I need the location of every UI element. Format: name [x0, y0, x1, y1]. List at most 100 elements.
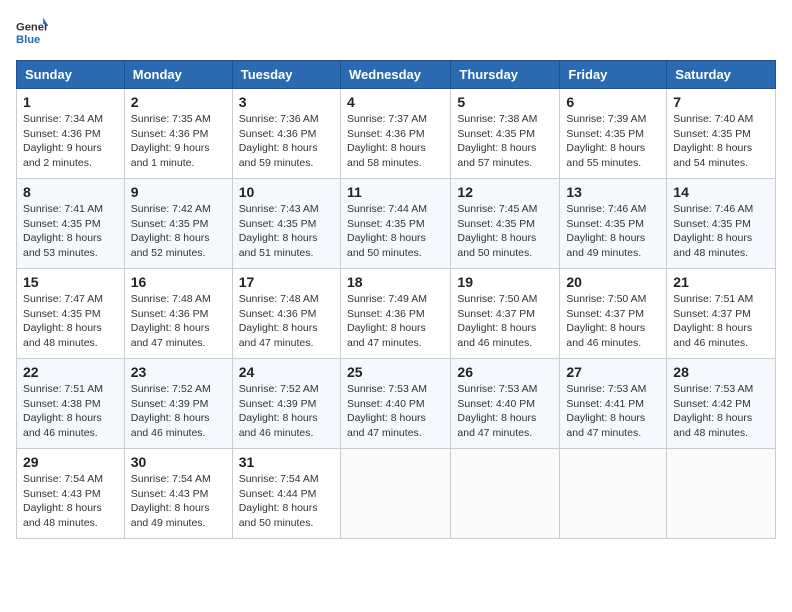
weekday-header-friday: Friday — [560, 61, 667, 89]
day-number: 18 — [347, 274, 444, 290]
calendar-table: SundayMondayTuesdayWednesdayThursdayFrid… — [16, 60, 776, 539]
day-number: 1 — [23, 94, 118, 110]
calendar-cell: 13 Sunrise: 7:46 AM Sunset: 4:35 PM Dayl… — [560, 179, 667, 269]
day-info: Sunrise: 7:44 AM Sunset: 4:35 PM Dayligh… — [347, 202, 444, 261]
day-number: 5 — [457, 94, 553, 110]
day-info: Sunrise: 7:52 AM Sunset: 4:39 PM Dayligh… — [131, 382, 226, 441]
calendar-cell: 23 Sunrise: 7:52 AM Sunset: 4:39 PM Dayl… — [124, 359, 232, 449]
day-info: Sunrise: 7:35 AM Sunset: 4:36 PM Dayligh… — [131, 112, 226, 171]
week-row-3: 15 Sunrise: 7:47 AM Sunset: 4:35 PM Dayl… — [17, 269, 776, 359]
calendar-cell: 31 Sunrise: 7:54 AM Sunset: 4:44 PM Dayl… — [232, 449, 340, 539]
calendar-cell: 16 Sunrise: 7:48 AM Sunset: 4:36 PM Dayl… — [124, 269, 232, 359]
day-info: Sunrise: 7:51 AM Sunset: 4:38 PM Dayligh… — [23, 382, 118, 441]
calendar-cell: 3 Sunrise: 7:36 AM Sunset: 4:36 PM Dayli… — [232, 89, 340, 179]
day-info: Sunrise: 7:48 AM Sunset: 4:36 PM Dayligh… — [239, 292, 334, 351]
logo: General Blue — [16, 16, 52, 48]
day-number: 10 — [239, 184, 334, 200]
day-number: 3 — [239, 94, 334, 110]
day-info: Sunrise: 7:51 AM Sunset: 4:37 PM Dayligh… — [673, 292, 769, 351]
day-number: 13 — [566, 184, 660, 200]
week-row-5: 29 Sunrise: 7:54 AM Sunset: 4:43 PM Dayl… — [17, 449, 776, 539]
day-number: 27 — [566, 364, 660, 380]
calendar-cell: 17 Sunrise: 7:48 AM Sunset: 4:36 PM Dayl… — [232, 269, 340, 359]
day-number: 17 — [239, 274, 334, 290]
day-number: 6 — [566, 94, 660, 110]
day-number: 25 — [347, 364, 444, 380]
day-number: 2 — [131, 94, 226, 110]
day-info: Sunrise: 7:43 AM Sunset: 4:35 PM Dayligh… — [239, 202, 334, 261]
day-info: Sunrise: 7:49 AM Sunset: 4:36 PM Dayligh… — [347, 292, 444, 351]
weekday-header-sunday: Sunday — [17, 61, 125, 89]
weekday-header-tuesday: Tuesday — [232, 61, 340, 89]
day-info: Sunrise: 7:45 AM Sunset: 4:35 PM Dayligh… — [457, 202, 553, 261]
calendar-cell — [560, 449, 667, 539]
day-number: 4 — [347, 94, 444, 110]
day-info: Sunrise: 7:54 AM Sunset: 4:43 PM Dayligh… — [23, 472, 118, 531]
day-number: 30 — [131, 454, 226, 470]
weekday-header-saturday: Saturday — [667, 61, 776, 89]
calendar-cell: 22 Sunrise: 7:51 AM Sunset: 4:38 PM Dayl… — [17, 359, 125, 449]
day-info: Sunrise: 7:46 AM Sunset: 4:35 PM Dayligh… — [566, 202, 660, 261]
day-info: Sunrise: 7:54 AM Sunset: 4:43 PM Dayligh… — [131, 472, 226, 531]
day-info: Sunrise: 7:50 AM Sunset: 4:37 PM Dayligh… — [566, 292, 660, 351]
day-number: 15 — [23, 274, 118, 290]
day-number: 20 — [566, 274, 660, 290]
day-number: 29 — [23, 454, 118, 470]
calendar-cell: 1 Sunrise: 7:34 AM Sunset: 4:36 PM Dayli… — [17, 89, 125, 179]
day-number: 11 — [347, 184, 444, 200]
day-number: 14 — [673, 184, 769, 200]
logo-icon: General Blue — [16, 16, 48, 48]
calendar-cell — [667, 449, 776, 539]
page-header: General Blue — [16, 16, 776, 48]
calendar-cell: 11 Sunrise: 7:44 AM Sunset: 4:35 PM Dayl… — [340, 179, 450, 269]
weekday-header-monday: Monday — [124, 61, 232, 89]
day-info: Sunrise: 7:42 AM Sunset: 4:35 PM Dayligh… — [131, 202, 226, 261]
day-info: Sunrise: 7:41 AM Sunset: 4:35 PM Dayligh… — [23, 202, 118, 261]
day-number: 22 — [23, 364, 118, 380]
day-number: 16 — [131, 274, 226, 290]
day-info: Sunrise: 7:36 AM Sunset: 4:36 PM Dayligh… — [239, 112, 334, 171]
day-info: Sunrise: 7:54 AM Sunset: 4:44 PM Dayligh… — [239, 472, 334, 531]
calendar-cell: 27 Sunrise: 7:53 AM Sunset: 4:41 PM Dayl… — [560, 359, 667, 449]
day-info: Sunrise: 7:53 AM Sunset: 4:42 PM Dayligh… — [673, 382, 769, 441]
weekday-header-wednesday: Wednesday — [340, 61, 450, 89]
calendar-cell: 20 Sunrise: 7:50 AM Sunset: 4:37 PM Dayl… — [560, 269, 667, 359]
day-info: Sunrise: 7:53 AM Sunset: 4:40 PM Dayligh… — [457, 382, 553, 441]
week-row-4: 22 Sunrise: 7:51 AM Sunset: 4:38 PM Dayl… — [17, 359, 776, 449]
week-row-1: 1 Sunrise: 7:34 AM Sunset: 4:36 PM Dayli… — [17, 89, 776, 179]
day-number: 24 — [239, 364, 334, 380]
calendar-cell: 21 Sunrise: 7:51 AM Sunset: 4:37 PM Dayl… — [667, 269, 776, 359]
day-info: Sunrise: 7:52 AM Sunset: 4:39 PM Dayligh… — [239, 382, 334, 441]
day-info: Sunrise: 7:37 AM Sunset: 4:36 PM Dayligh… — [347, 112, 444, 171]
day-number: 26 — [457, 364, 553, 380]
day-number: 23 — [131, 364, 226, 380]
calendar-cell: 19 Sunrise: 7:50 AM Sunset: 4:37 PM Dayl… — [451, 269, 560, 359]
day-info: Sunrise: 7:48 AM Sunset: 4:36 PM Dayligh… — [131, 292, 226, 351]
day-info: Sunrise: 7:53 AM Sunset: 4:40 PM Dayligh… — [347, 382, 444, 441]
day-number: 9 — [131, 184, 226, 200]
weekday-header-thursday: Thursday — [451, 61, 560, 89]
day-number: 19 — [457, 274, 553, 290]
calendar-cell — [340, 449, 450, 539]
calendar-cell: 15 Sunrise: 7:47 AM Sunset: 4:35 PM Dayl… — [17, 269, 125, 359]
calendar-cell: 8 Sunrise: 7:41 AM Sunset: 4:35 PM Dayli… — [17, 179, 125, 269]
calendar-cell: 12 Sunrise: 7:45 AM Sunset: 4:35 PM Dayl… — [451, 179, 560, 269]
day-number: 21 — [673, 274, 769, 290]
day-info: Sunrise: 7:40 AM Sunset: 4:35 PM Dayligh… — [673, 112, 769, 171]
day-number: 7 — [673, 94, 769, 110]
calendar-cell: 25 Sunrise: 7:53 AM Sunset: 4:40 PM Dayl… — [340, 359, 450, 449]
weekday-header-row: SundayMondayTuesdayWednesdayThursdayFrid… — [17, 61, 776, 89]
calendar-cell: 30 Sunrise: 7:54 AM Sunset: 4:43 PM Dayl… — [124, 449, 232, 539]
calendar-cell: 2 Sunrise: 7:35 AM Sunset: 4:36 PM Dayli… — [124, 89, 232, 179]
day-info: Sunrise: 7:46 AM Sunset: 4:35 PM Dayligh… — [673, 202, 769, 261]
week-row-2: 8 Sunrise: 7:41 AM Sunset: 4:35 PM Dayli… — [17, 179, 776, 269]
day-info: Sunrise: 7:39 AM Sunset: 4:35 PM Dayligh… — [566, 112, 660, 171]
day-info: Sunrise: 7:50 AM Sunset: 4:37 PM Dayligh… — [457, 292, 553, 351]
svg-text:Blue: Blue — [16, 34, 40, 46]
day-number: 8 — [23, 184, 118, 200]
calendar-cell: 5 Sunrise: 7:38 AM Sunset: 4:35 PM Dayli… — [451, 89, 560, 179]
day-number: 31 — [239, 454, 334, 470]
calendar-cell: 7 Sunrise: 7:40 AM Sunset: 4:35 PM Dayli… — [667, 89, 776, 179]
calendar-cell: 14 Sunrise: 7:46 AM Sunset: 4:35 PM Dayl… — [667, 179, 776, 269]
calendar-cell: 28 Sunrise: 7:53 AM Sunset: 4:42 PM Dayl… — [667, 359, 776, 449]
